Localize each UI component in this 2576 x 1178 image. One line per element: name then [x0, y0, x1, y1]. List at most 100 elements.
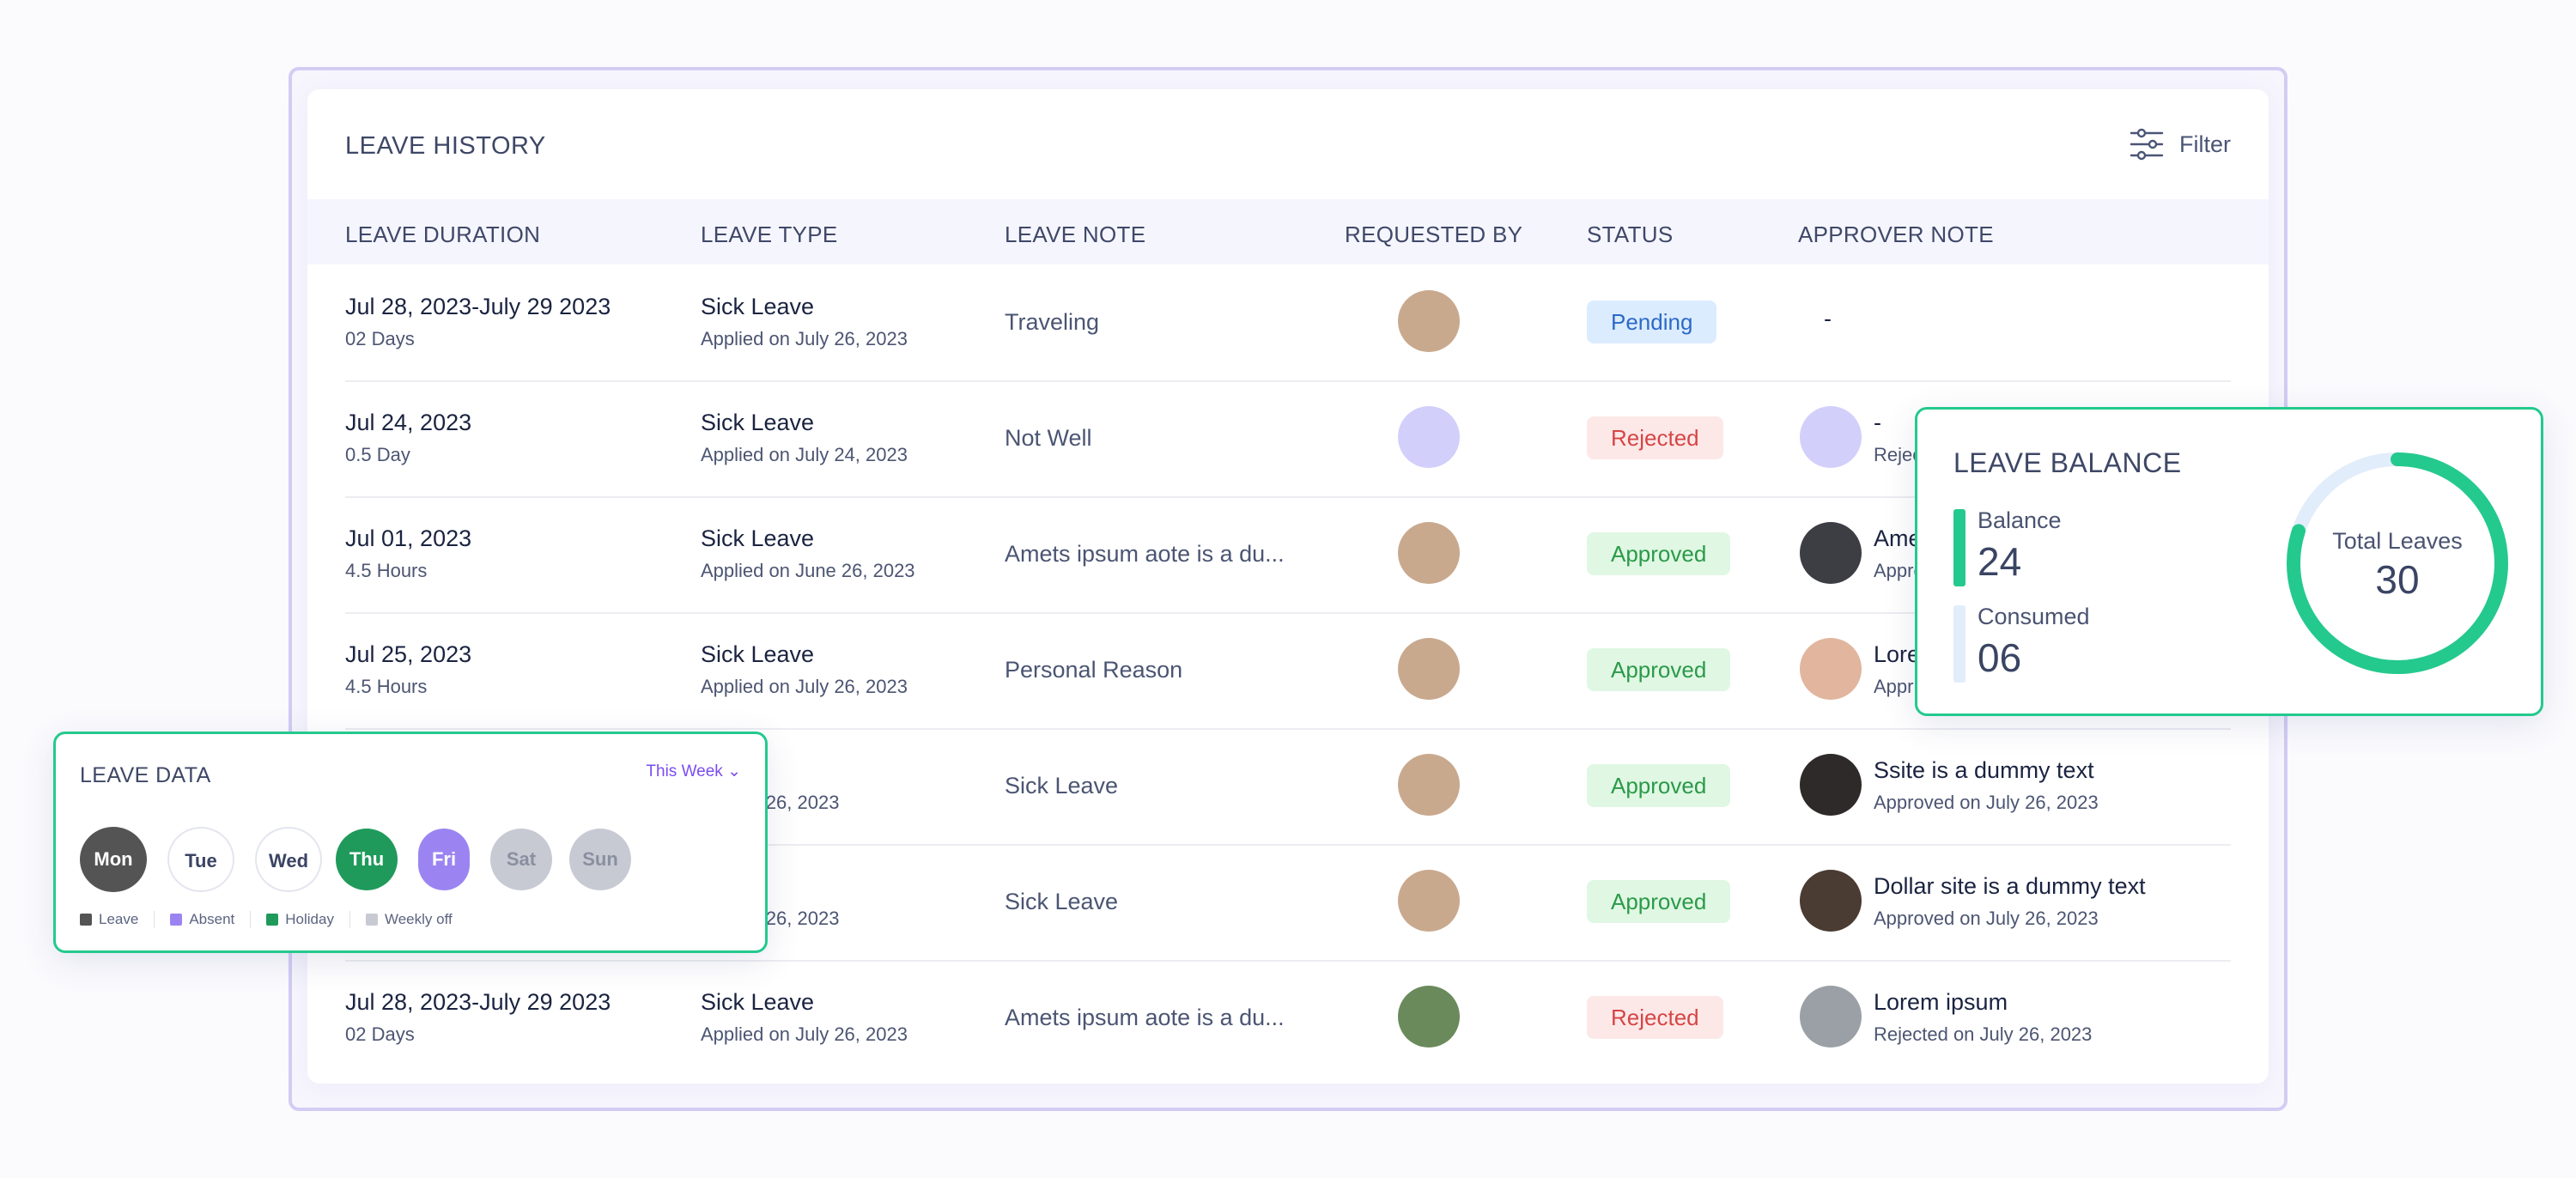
leave-type: Sick Leave: [701, 294, 815, 319]
legend-absent: Absent: [155, 911, 252, 928]
legend-weekly-off-label: Weekly off: [384, 911, 453, 927]
consumed-value: 06: [1978, 635, 2022, 680]
leave-note: Amets ipsum aote is a du...: [1005, 541, 1285, 567]
leave-date: Jul 28, 2023-July 29 2023: [345, 989, 611, 1015]
leave-date: Jul 24, 2023: [345, 410, 472, 435]
approver-avatar[interactable]: [1800, 870, 1862, 932]
requester-avatar[interactable]: [1398, 870, 1460, 932]
period-label: This Week: [646, 762, 723, 780]
applied-on: Applied on July 24, 2023: [701, 444, 908, 465]
col-leave-type[interactable]: LEAVE TYPE: [701, 222, 838, 248]
day-fri[interactable]: Fri: [418, 829, 470, 890]
status-badge: Approved: [1587, 532, 1731, 575]
day-mon[interactable]: Mon: [80, 827, 147, 892]
col-approver-note[interactable]: APPROVER NOTE: [1798, 222, 1994, 248]
leave-duration: 0.5 Day: [345, 444, 410, 465]
leave-data-card: LEAVE DATA This Week ⌄ Mon Tue Wed Thu F…: [53, 732, 768, 953]
status-badge: Rejected: [1587, 416, 1723, 459]
legend-leave-label: Leave: [99, 911, 139, 927]
legend-holiday-label: Holiday: [285, 911, 334, 927]
balance-value: 24: [1978, 539, 2022, 584]
period-select[interactable]: This Week ⌄: [646, 762, 741, 781]
table-header: LEAVE DURATION LEAVE TYPE LEAVE NOTE REQ…: [307, 199, 2269, 264]
requester-avatar[interactable]: [1398, 522, 1460, 584]
approver-avatar[interactable]: [1800, 522, 1862, 584]
leave-type: Sick Leave: [701, 641, 815, 667]
approver-note: Lorem ipsum: [1874, 989, 2008, 1015]
sliders-icon: [2129, 128, 2164, 161]
leave-type: Sick Leave: [701, 989, 815, 1015]
approver-note: Dollar site is a dummy text: [1874, 873, 2146, 899]
leave-duration: 02 Days: [345, 1023, 415, 1045]
status-badge: Approved: [1587, 880, 1731, 923]
leave-note: Not Well: [1005, 425, 1092, 451]
requester-avatar[interactable]: [1398, 406, 1460, 468]
table-row[interactable]: Jul 28, 2023-July 29 2023 02 Days Sick L…: [345, 264, 2231, 380]
leave-data-title: LEAVE DATA: [80, 763, 211, 787]
approver-date: Rejected on July 26, 2023: [1874, 1023, 2093, 1045]
approver-avatar[interactable]: [1800, 986, 1862, 1047]
approver-avatar[interactable]: [1800, 638, 1862, 700]
filter-label: Filter: [2179, 131, 2231, 157]
leave-note: Amets ipsum aote is a du...: [1005, 1005, 1285, 1030]
approver-date: Approved on July 26, 2023: [1874, 792, 2099, 813]
applied-on: Applied on June 26, 2023: [701, 560, 915, 581]
approver-avatar[interactable]: [1800, 406, 1862, 468]
col-requested-by[interactable]: REQUESTED BY: [1345, 222, 1522, 248]
approver-note: -: [1874, 410, 1881, 435]
requester-avatar[interactable]: [1398, 754, 1460, 816]
total-leaves-label: Total Leaves: [2332, 528, 2463, 554]
leave-duration: 4.5 Hours: [345, 560, 428, 581]
leave-duration: 4.5 Hours: [345, 676, 428, 697]
leave-date: Jul 25, 2023: [345, 641, 472, 667]
consumed-label: Consumed: [1978, 604, 2090, 629]
filter-button[interactable]: Filter: [2129, 127, 2231, 161]
legend-holiday: Holiday: [251, 911, 350, 928]
day-tue[interactable]: Tue: [167, 827, 234, 892]
leave-type: Sick Leave: [701, 410, 815, 435]
balance-label: Balance: [1978, 507, 2062, 533]
approver-date: Appr: [1874, 676, 1914, 697]
leave-duration: 02 Days: [345, 328, 415, 349]
requester-avatar[interactable]: [1398, 986, 1460, 1047]
leave-balance-card: LEAVE BALANCE Balance 24 Consumed 06 Tot…: [1915, 407, 2543, 716]
applied-on: Applied on July 26, 2023: [701, 1023, 908, 1045]
leave-note: Traveling: [1005, 309, 1100, 335]
legend-leave: Leave: [80, 911, 155, 928]
col-leave-duration[interactable]: LEAVE DURATION: [345, 222, 540, 248]
status-badge: Approved: [1587, 764, 1731, 807]
approver-date: Approved on July 26, 2023: [1874, 908, 2099, 929]
requester-avatar[interactable]: [1398, 290, 1460, 352]
legend-weekly-off: Weekly off: [350, 911, 468, 928]
applied-on: Applied on July 26, 2023: [701, 328, 908, 349]
table-row[interactable]: Jul 28, 2023-July 29 2023 02 Days Sick L…: [345, 960, 2231, 1076]
leave-type: Sick Leave: [701, 525, 815, 551]
approver-avatar[interactable]: [1800, 754, 1862, 816]
day-legend: Leave Absent Holiday Weekly off: [80, 911, 468, 928]
col-status[interactable]: STATUS: [1587, 222, 1674, 248]
leave-note: Sick Leave: [1005, 889, 1119, 914]
day-sun[interactable]: Sun: [569, 829, 631, 890]
leave-note: Sick Leave: [1005, 773, 1119, 798]
approver-note: Lore: [1874, 641, 1921, 667]
status-badge: Pending: [1587, 301, 1717, 343]
day-wed[interactable]: Wed: [255, 827, 322, 892]
approver-note: Ssite is a dummy text: [1874, 757, 2094, 783]
col-leave-note[interactable]: LEAVE NOTE: [1005, 222, 1145, 248]
status-badge: Approved: [1587, 648, 1731, 691]
consumed-bar: [1953, 605, 1965, 683]
approver-note: -: [1824, 306, 1832, 331]
page-title: LEAVE HISTORY: [345, 132, 546, 160]
leave-note: Personal Reason: [1005, 657, 1183, 683]
chevron-down-icon: ⌄: [727, 762, 741, 780]
day-thu[interactable]: Thu: [336, 829, 398, 890]
total-leaves-donut: Total Leaves 30: [2281, 447, 2513, 679]
balance-bar: [1953, 509, 1965, 586]
leave-date: Jul 28, 2023-July 29 2023: [345, 294, 611, 319]
status-badge: Rejected: [1587, 996, 1723, 1039]
day-sat[interactable]: Sat: [490, 829, 552, 890]
applied-on: Applied on July 26, 2023: [701, 676, 908, 697]
requester-avatar[interactable]: [1398, 638, 1460, 700]
leave-date: Jul 01, 2023: [345, 525, 472, 551]
total-leaves-value: 30: [2375, 557, 2419, 602]
